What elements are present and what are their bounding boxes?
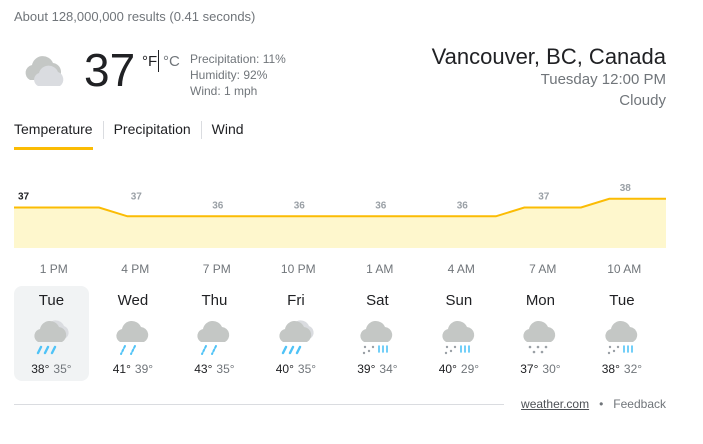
location-name: Vancouver, BC, Canada bbox=[431, 44, 666, 69]
rain-snow-icon bbox=[352, 316, 402, 356]
chart-point-label: 36 bbox=[375, 200, 387, 211]
day-name: Sat bbox=[366, 292, 389, 309]
showers-icon bbox=[189, 316, 239, 356]
rain-icon bbox=[271, 316, 321, 356]
day-name: Tue bbox=[609, 292, 635, 309]
current-condition: Cloudy bbox=[619, 92, 666, 109]
forecast-day-3[interactable]: Fri 40° 35° bbox=[259, 286, 334, 381]
chart-point-label: 37 bbox=[131, 192, 143, 203]
day-temperatures: 38° 35° bbox=[14, 362, 89, 376]
chart-point-label: 37 bbox=[538, 192, 550, 203]
tab-wind[interactable]: Wind bbox=[212, 121, 244, 147]
day-temperatures: 38° 32° bbox=[585, 362, 660, 376]
unit-separator bbox=[158, 50, 159, 72]
day-temperatures: 37° 30° bbox=[503, 362, 578, 376]
feedback-link[interactable]: Feedback bbox=[613, 397, 666, 411]
chart-time-label: 10 AM bbox=[607, 262, 642, 276]
day-name: Wed bbox=[117, 292, 149, 309]
high-temperature: 38° bbox=[601, 362, 620, 376]
high-temperature: 40° bbox=[275, 362, 294, 376]
current-temperature: 37 bbox=[84, 44, 136, 96]
low-temperature: 34° bbox=[379, 362, 398, 376]
chart-time-label: 4 AM bbox=[447, 262, 475, 276]
low-temperature: 30° bbox=[542, 362, 561, 376]
day-temperatures: 43° 35° bbox=[177, 362, 252, 376]
daily-forecast: Tue 38° 35° Wed 41° 39° Thu 43° 35° Fri 40° 35° Sat 3… bbox=[14, 286, 666, 382]
tab-divider bbox=[102, 121, 104, 139]
chart-time-label: 10 PM bbox=[280, 262, 316, 276]
tab-precipitation[interactable]: Precipitation bbox=[114, 121, 191, 147]
day-name: Mon bbox=[525, 292, 555, 309]
day-temperatures: 39° 34° bbox=[340, 362, 415, 376]
chart-point-label: 36 bbox=[294, 200, 306, 211]
low-temperature: 35° bbox=[297, 362, 317, 376]
chart-point-label: 36 bbox=[457, 200, 469, 211]
forecast-day-1[interactable]: Wed 41° 39° bbox=[96, 286, 171, 381]
chart-point-label: 37 bbox=[18, 192, 30, 203]
day-temperatures: 40° 29° bbox=[422, 362, 497, 376]
chart-time-label: 7 AM bbox=[529, 262, 557, 276]
chart-time-label: 7 PM bbox=[202, 262, 231, 276]
high-temperature: 37° bbox=[520, 362, 539, 376]
footer-divider bbox=[14, 404, 504, 405]
rain-snow-icon bbox=[434, 316, 484, 356]
cloudy-icon bbox=[16, 50, 72, 90]
rain-snow-icon bbox=[597, 316, 647, 356]
footer: weather.com • Feedback bbox=[521, 397, 666, 411]
day-name: Tue bbox=[38, 292, 65, 309]
chart-area bbox=[14, 198, 666, 248]
chart-point-label: 38 bbox=[620, 183, 632, 194]
day-name: Thu bbox=[201, 292, 228, 309]
wind-detail: Wind: 1 mph bbox=[190, 84, 258, 98]
chart-time-label: 4 PM bbox=[121, 262, 150, 276]
high-temperature: 41° bbox=[112, 362, 131, 376]
unit-fahrenheit-toggle[interactable]: °F bbox=[142, 53, 157, 70]
high-temperature: 38° bbox=[31, 362, 50, 376]
day-temperatures: 41° 39° bbox=[96, 362, 171, 376]
forecast-day-6[interactable]: Mon 37° 30° bbox=[503, 286, 578, 381]
precipitation-detail: Precipitation: 11% bbox=[190, 52, 286, 66]
low-temperature: 35° bbox=[53, 362, 72, 376]
high-temperature: 43° bbox=[194, 362, 213, 376]
humidity-detail: Humidity: 92% bbox=[190, 68, 268, 82]
tab-temperature[interactable]: Temperature bbox=[14, 121, 93, 150]
low-temperature: 29° bbox=[460, 362, 480, 376]
forecast-day-7[interactable]: Tue 38° 32° bbox=[585, 286, 660, 381]
tab-divider bbox=[200, 121, 202, 139]
low-temperature: 32° bbox=[623, 362, 643, 376]
chart-time-label: 1 PM bbox=[39, 262, 68, 276]
temperature-chart: 37 37 36 36 36 36 37 38 bbox=[14, 180, 666, 250]
forecast-day-5[interactable]: Sun 40° 29° bbox=[422, 286, 497, 381]
chart-tabs: Temperature Precipitation Wind bbox=[14, 121, 244, 150]
low-temperature: 39° bbox=[134, 362, 154, 376]
high-temperature: 40° bbox=[438, 362, 457, 376]
chart-time-labels: 1 PM 4 PM 7 PM 10 PM 1 AM 4 AM 7 AM 10 AM bbox=[14, 262, 666, 276]
result-stats: About 128,000,000 results (0.41 seconds) bbox=[14, 9, 256, 24]
day-temperatures: 40° 35° bbox=[259, 362, 334, 376]
forecast-day-2[interactable]: Thu 43° 35° bbox=[177, 286, 252, 381]
forecast-day-4[interactable]: Sat 39° 34° bbox=[340, 286, 415, 381]
chart-point-label: 36 bbox=[212, 200, 224, 211]
rain-icon bbox=[26, 316, 76, 356]
snow-icon bbox=[515, 316, 565, 356]
forecast-day-0[interactable]: Tue 38° 35° bbox=[14, 286, 89, 381]
day-name: Sun bbox=[445, 292, 473, 309]
current-time: Tuesday 12:00 PM bbox=[540, 71, 666, 88]
showers-icon bbox=[108, 316, 158, 356]
source-link[interactable]: weather.com bbox=[521, 397, 589, 411]
weather-details: Precipitation: 11% Humidity: 92% Wind: 1… bbox=[190, 51, 286, 99]
footer-separator: • bbox=[599, 397, 604, 411]
low-temperature: 35° bbox=[216, 362, 235, 376]
chart-time-label: 1 AM bbox=[366, 262, 394, 276]
high-temperature: 39° bbox=[357, 362, 376, 376]
unit-celsius-toggle[interactable]: °C bbox=[163, 53, 180, 70]
day-name: Fri bbox=[287, 292, 305, 309]
